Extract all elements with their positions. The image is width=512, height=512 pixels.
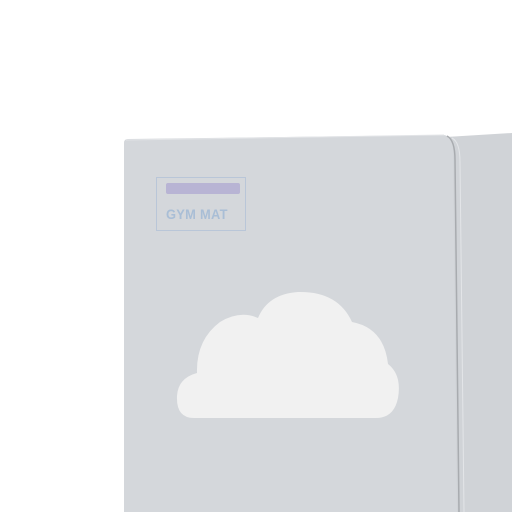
product-label-title: GYM MAT (166, 206, 228, 222)
product-photo: GYM MAT (0, 0, 512, 512)
product-label-tag (166, 183, 240, 194)
gym-mat (124, 133, 512, 512)
